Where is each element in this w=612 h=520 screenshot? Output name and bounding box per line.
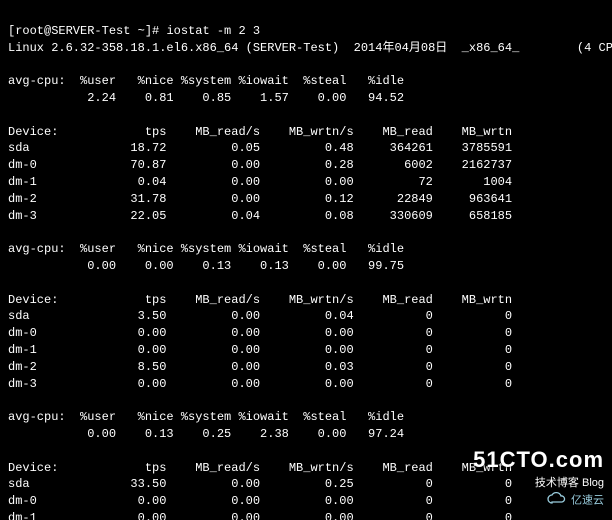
- dev-row: dm-3 22.05 0.04 0.08 330609 658185: [8, 209, 512, 223]
- cpu-row: 2.24 0.81 0.85 1.57 0.00 94.52: [8, 91, 404, 105]
- cloud-icon: [546, 491, 568, 510]
- dev-header: Device: tps MB_read/s MB_wrtn/s MB_read …: [8, 125, 512, 139]
- terminal-output: [root@SERVER-Test ~]# iostat -m 2 3 Linu…: [0, 0, 612, 520]
- dev-header: Device: tps MB_read/s MB_wrtn/s MB_read …: [8, 293, 512, 307]
- cpu-header: avg-cpu: %user %nice %system %iowait %st…: [8, 74, 404, 88]
- cpu-row: 0.00 0.00 0.13 0.13 0.00 99.75: [8, 259, 404, 273]
- dev-row: sda 3.50 0.00 0.04 0 0: [8, 309, 512, 323]
- dev-row: dm-1 0.00 0.00 0.00 0 0: [8, 343, 512, 357]
- watermark-tagline: 技术博客 Blog: [473, 476, 604, 491]
- dev-row: dm-0 70.87 0.00 0.28 6002 2162737: [8, 158, 512, 172]
- cpu-header: avg-cpu: %user %nice %system %iowait %st…: [8, 410, 404, 424]
- dev-row: dm-2 8.50 0.00 0.03 0 0: [8, 360, 512, 374]
- dev-row: dm-1 0.04 0.00 0.00 72 1004: [8, 175, 512, 189]
- dev-row: dm-0 0.00 0.00 0.00 0 0: [8, 326, 512, 340]
- dev-row: dm-0 0.00 0.00 0.00 0 0: [8, 494, 512, 508]
- dev-row: dm-2 31.78 0.00 0.12 22849 963641: [8, 192, 512, 206]
- command: iostat -m 2 3: [166, 24, 260, 38]
- cpu-header: avg-cpu: %user %nice %system %iowait %st…: [8, 242, 404, 256]
- watermark-site: 51CTO.com: [473, 445, 604, 476]
- system-line: Linux 2.6.32-358.18.1.el6.x86_64 (SERVER…: [8, 41, 612, 55]
- watermark-sub: 亿速云: [571, 495, 604, 507]
- dev-row: dm-1 0.00 0.00 0.00 0 0: [8, 511, 512, 520]
- dev-row: sda 18.72 0.05 0.48 364261 3785591: [8, 141, 512, 155]
- shell-prompt: [root@SERVER-Test ~]#: [8, 24, 166, 38]
- dev-header: Device: tps MB_read/s MB_wrtn/s MB_read …: [8, 461, 512, 475]
- watermark: 51CTO.com 技术博客 Blog 亿速云: [473, 445, 604, 510]
- dev-row: dm-3 0.00 0.00 0.00 0 0: [8, 377, 512, 391]
- dev-row: sda 33.50 0.00 0.25 0 0: [8, 477, 512, 491]
- cpu-row: 0.00 0.13 0.25 2.38 0.00 97.24: [8, 427, 404, 441]
